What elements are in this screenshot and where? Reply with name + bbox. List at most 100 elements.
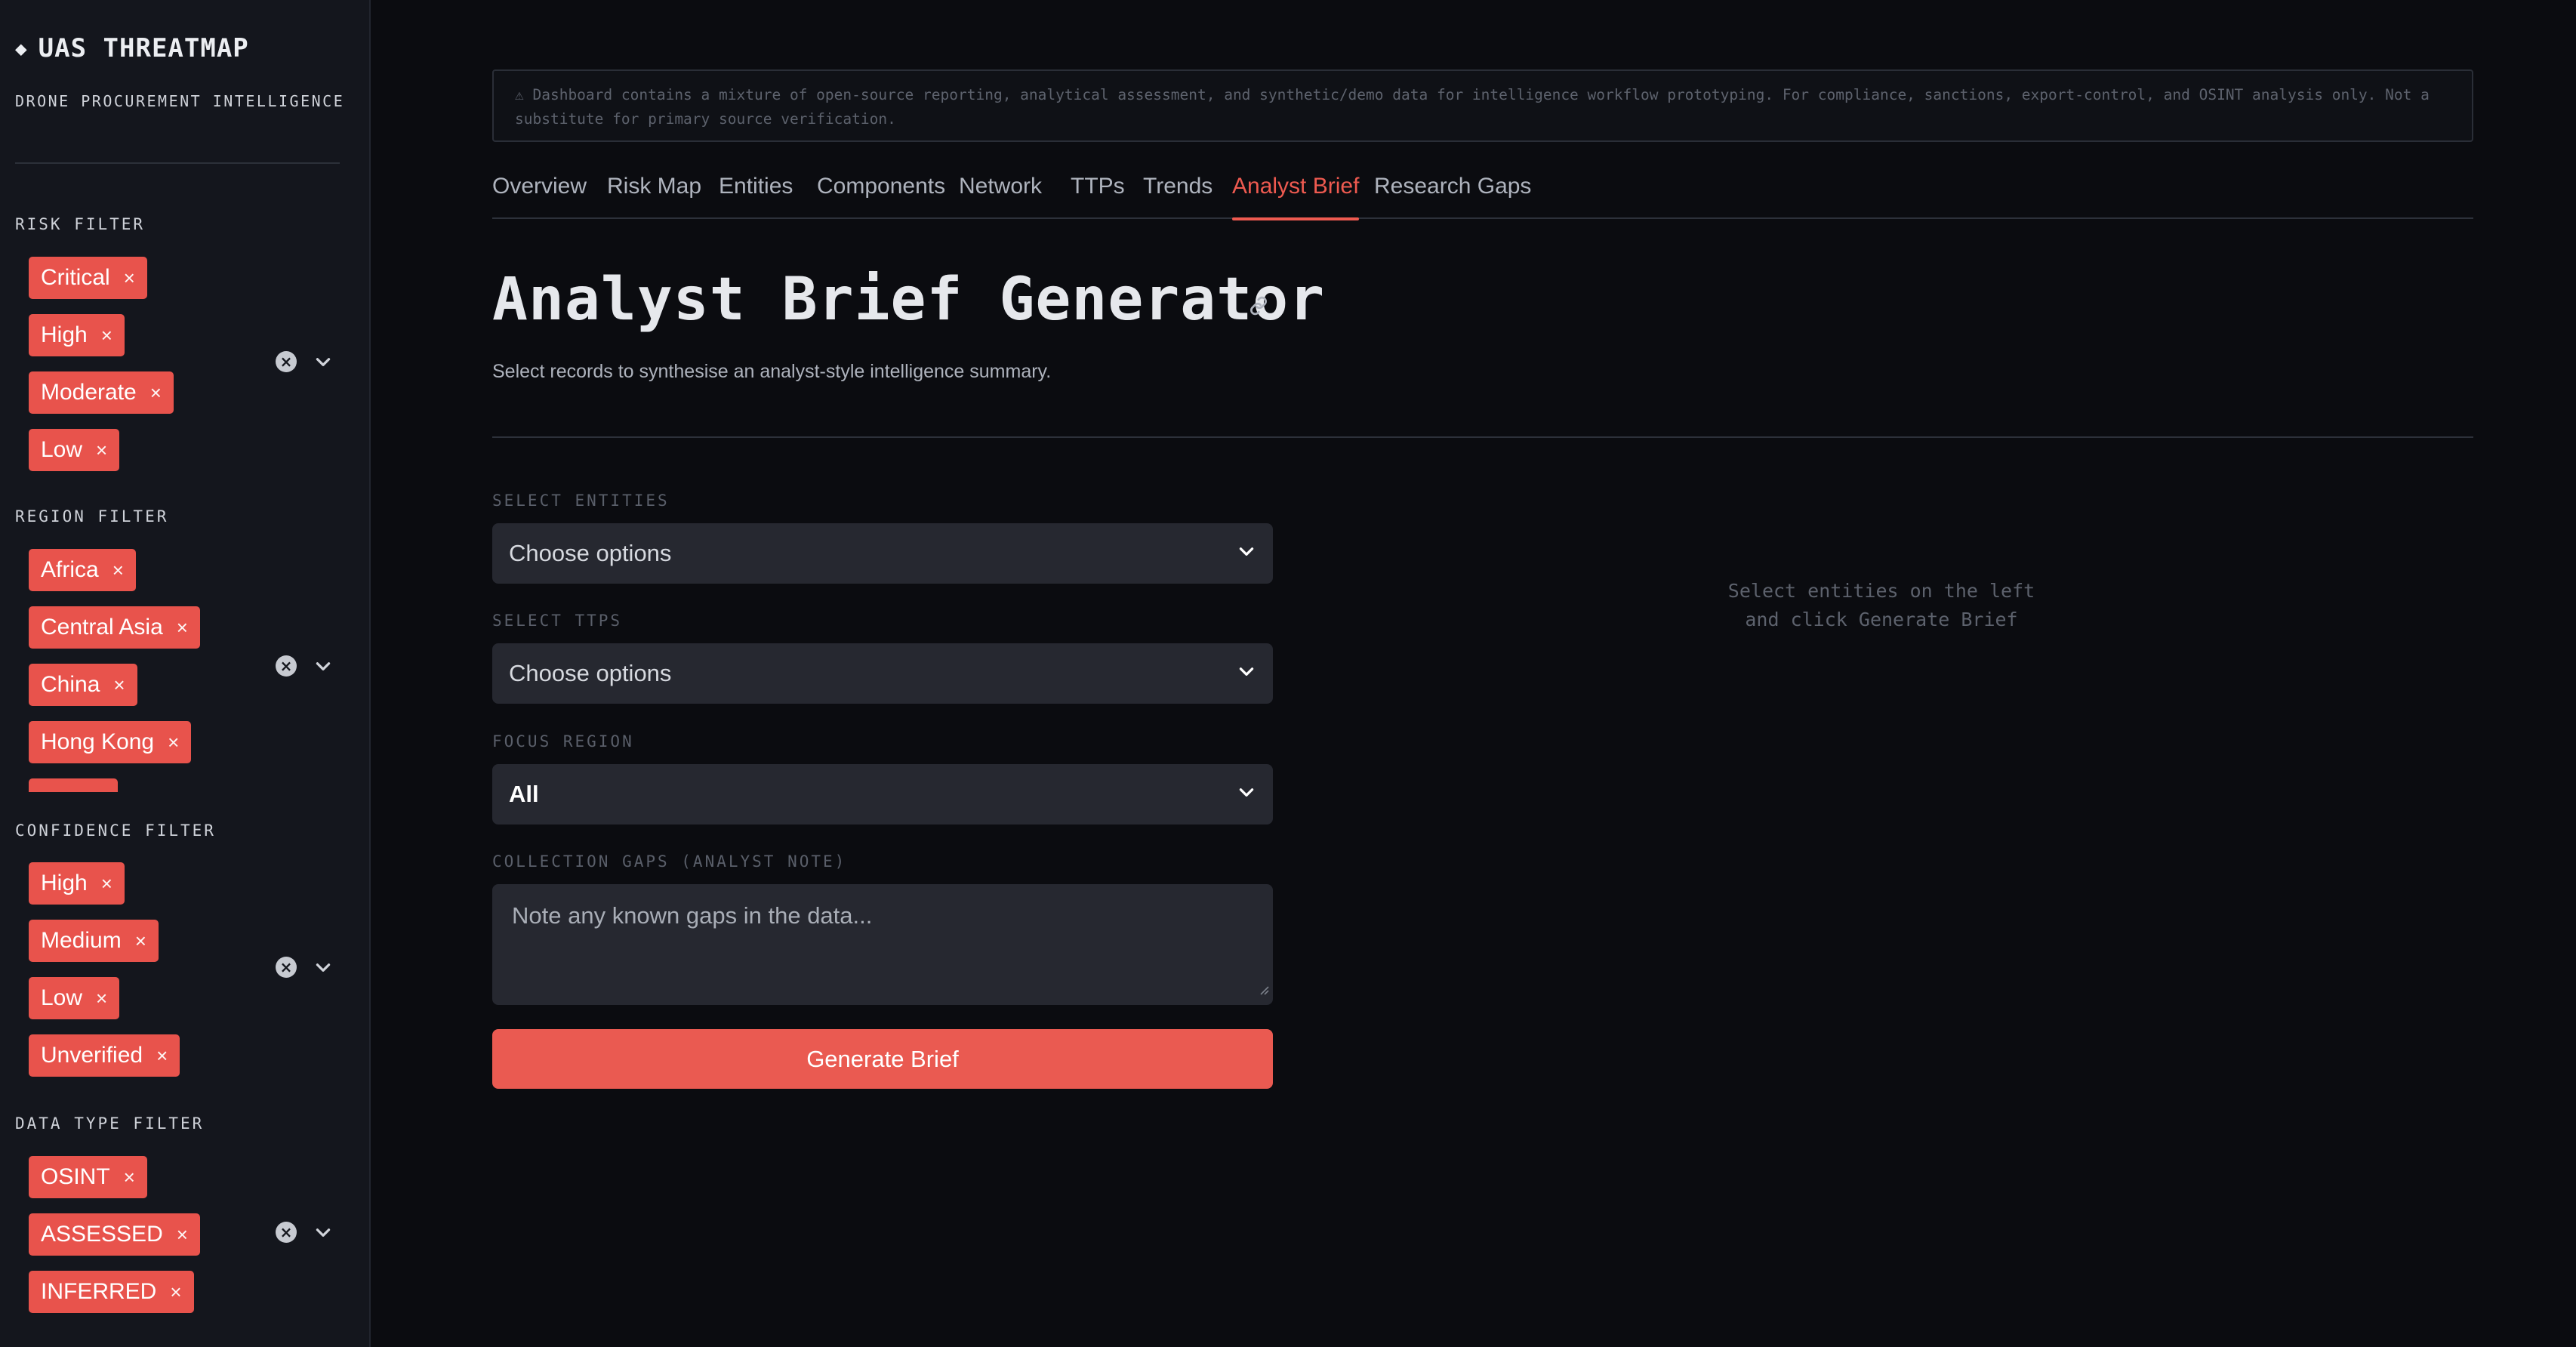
risk-tag-critical[interactable]: Critical × [29, 257, 147, 299]
region-tag-africa[interactable]: Africa × [29, 549, 136, 591]
remove-tag-icon[interactable]: × [124, 1156, 135, 1198]
remove-tag-icon[interactable]: × [135, 920, 146, 962]
region-tag-hong-kong[interactable]: Hong Kong × [29, 721, 192, 763]
clear-icon[interactable]: × [276, 655, 297, 677]
tag-label: Africa [41, 557, 99, 582]
tab-components[interactable]: Components [817, 171, 945, 219]
region-filter-controls: × [276, 655, 333, 677]
region-tag-central-asia[interactable]: Central Asia × [29, 606, 200, 649]
tag-label: ASSESSED [41, 1222, 163, 1247]
tab-ttps[interactable]: TTPs [1071, 171, 1125, 219]
clear-icon[interactable]: × [276, 351, 297, 372]
datatype-filter-multiselect[interactable]: OSINT × ASSESSED × INFERRED × × [15, 1148, 340, 1327]
remove-tag-icon[interactable]: × [96, 429, 107, 471]
tab-entities[interactable]: Entities [719, 171, 793, 219]
tab-risk-map[interactable]: Risk Map [607, 171, 701, 219]
empty-state-line-1: Select entities on the left [1727, 580, 2035, 602]
tab-trends[interactable]: Trends [1143, 171, 1213, 219]
select-ttps-dropdown[interactable]: Choose options [492, 643, 1273, 704]
tag-label: Critical [41, 265, 110, 290]
diamond-icon: ◆ [15, 38, 28, 60]
chevron-down-icon [1237, 781, 1256, 808]
tab-bar: Overview Risk Map Entities Components Ne… [492, 171, 2473, 220]
remove-tag-icon[interactable]: × [124, 257, 135, 299]
select-entities-label: SELECT ENTITIES [492, 492, 670, 510]
remove-tag-icon[interactable]: × [177, 606, 188, 649]
tag-label: Central Asia [41, 615, 163, 640]
confidence-filter-label: CONFIDENCE FILTER [15, 821, 216, 840]
brand: ◆ UAS THREATMAP [15, 33, 249, 63]
datatype-tag-osint[interactable]: OSINT × [29, 1156, 147, 1198]
focus-region-label: FOCUS REGION [492, 732, 634, 751]
focus-region-select[interactable]: All [492, 764, 1273, 825]
confidence-tag-low[interactable]: Low × [29, 977, 120, 1019]
tag-label: OSINT [41, 1164, 110, 1189]
tag-label: Moderate [41, 380, 137, 405]
region-filter-multiselect[interactable]: Africa × Central Asia × China × Hong Kong × … [15, 541, 340, 792]
region-filter-label: REGION FILTER [15, 507, 169, 526]
select-entities-dropdown[interactable]: Choose options [492, 523, 1273, 584]
clear-icon[interactable]: × [276, 957, 297, 978]
remove-tag-icon[interactable]: × [101, 862, 112, 905]
tag-label: INFERRED [41, 1279, 157, 1304]
risk-tag-high[interactable]: High × [29, 314, 125, 356]
page-subtitle: Select records to synthesise an analyst-… [492, 361, 1052, 382]
remove-tag-icon[interactable]: × [150, 371, 162, 414]
remove-tag-icon[interactable]: × [168, 721, 179, 763]
confidence-filter-multiselect[interactable]: High × Medium × Low × Unverified × × [15, 855, 340, 1081]
brand-title: UAS THREATMAP [38, 33, 249, 63]
chevron-down-icon [1237, 660, 1256, 687]
chevron-down-icon [1237, 540, 1256, 567]
risk-tag-low[interactable]: Low × [29, 429, 120, 471]
tab-research-gaps[interactable]: Research Gaps [1374, 171, 1531, 219]
confidence-filter-controls: × [276, 957, 333, 978]
datatype-tag-inferred[interactable]: INFERRED × [29, 1271, 194, 1313]
chevron-down-icon[interactable] [313, 352, 333, 371]
risk-filter-multiselect[interactable]: Critical × High × Moderate × Low × × [15, 249, 340, 476]
tag-label: Hong Kong [41, 729, 155, 754]
focus-region-value: All [509, 781, 539, 807]
confidence-tag-unverified[interactable]: Unverified × [29, 1034, 180, 1077]
main-content: ⚠ Dashboard contains a mixture of open-s… [371, 0, 2576, 1347]
tag-label: Low [41, 985, 83, 1010]
sidebar: ◆ UAS THREATMAP DRONE PROCUREMENT INTELLI… [0, 0, 371, 1347]
risk-tag-moderate[interactable]: Moderate × [29, 371, 174, 414]
collection-gaps-textarea[interactable]: Note any known gaps in the data... [492, 884, 1273, 1005]
remove-tag-icon[interactable]: × [113, 664, 125, 706]
link-icon[interactable] [1246, 294, 1271, 321]
datatype-tag-assessed[interactable]: ASSESSED × [29, 1213, 200, 1256]
select-ttps-placeholder: Choose options [509, 660, 672, 686]
remove-tag-icon[interactable]: × [96, 977, 107, 1019]
tab-network[interactable]: Network [959, 171, 1042, 219]
datatype-filter-label: DATA TYPE FILTER [15, 1114, 205, 1133]
sidebar-divider [15, 162, 340, 164]
datatype-filter-controls: × [276, 1222, 333, 1243]
remove-tag-icon[interactable]: × [101, 314, 112, 356]
remove-tag-icon[interactable]: × [156, 1034, 168, 1077]
select-ttps-label: SELECT TTPS [492, 612, 623, 630]
generate-brief-button[interactable]: Generate Brief [492, 1029, 1273, 1089]
resize-handle-icon[interactable] [1256, 975, 1270, 1002]
remove-tag-icon[interactable]: × [112, 549, 124, 591]
empty-state-message: Select entities on the left and click Ge… [1670, 577, 2093, 634]
chevron-down-icon[interactable] [313, 957, 333, 977]
region-tag-china[interactable]: China × [29, 664, 137, 706]
tab-overview[interactable]: Overview [492, 171, 587, 219]
remove-tag-icon[interactable]: × [170, 1271, 181, 1313]
remove-tag-icon[interactable]: × [177, 1213, 188, 1256]
tab-analyst-brief[interactable]: Analyst Brief [1232, 171, 1360, 220]
risk-filter-label: RISK FILTER [15, 215, 146, 233]
clear-icon[interactable]: × [276, 1222, 297, 1243]
confidence-tag-high[interactable]: High × [29, 862, 125, 905]
brand-subtitle: DRONE PROCUREMENT INTELLIGENCE [15, 92, 345, 110]
tag-label: Unverified [41, 1043, 143, 1068]
chevron-down-icon[interactable] [313, 656, 333, 676]
chevron-down-icon[interactable] [313, 1222, 333, 1242]
confidence-tag-medium[interactable]: Medium × [29, 920, 159, 962]
tag-label: High [41, 322, 88, 347]
tag-label: High [41, 871, 88, 895]
section-divider [492, 436, 2473, 438]
page-title: Analyst Brief Generator [492, 266, 1326, 334]
empty-state-line-2: and click Generate Brief [1745, 609, 2018, 630]
risk-filter-controls: × [276, 351, 333, 372]
